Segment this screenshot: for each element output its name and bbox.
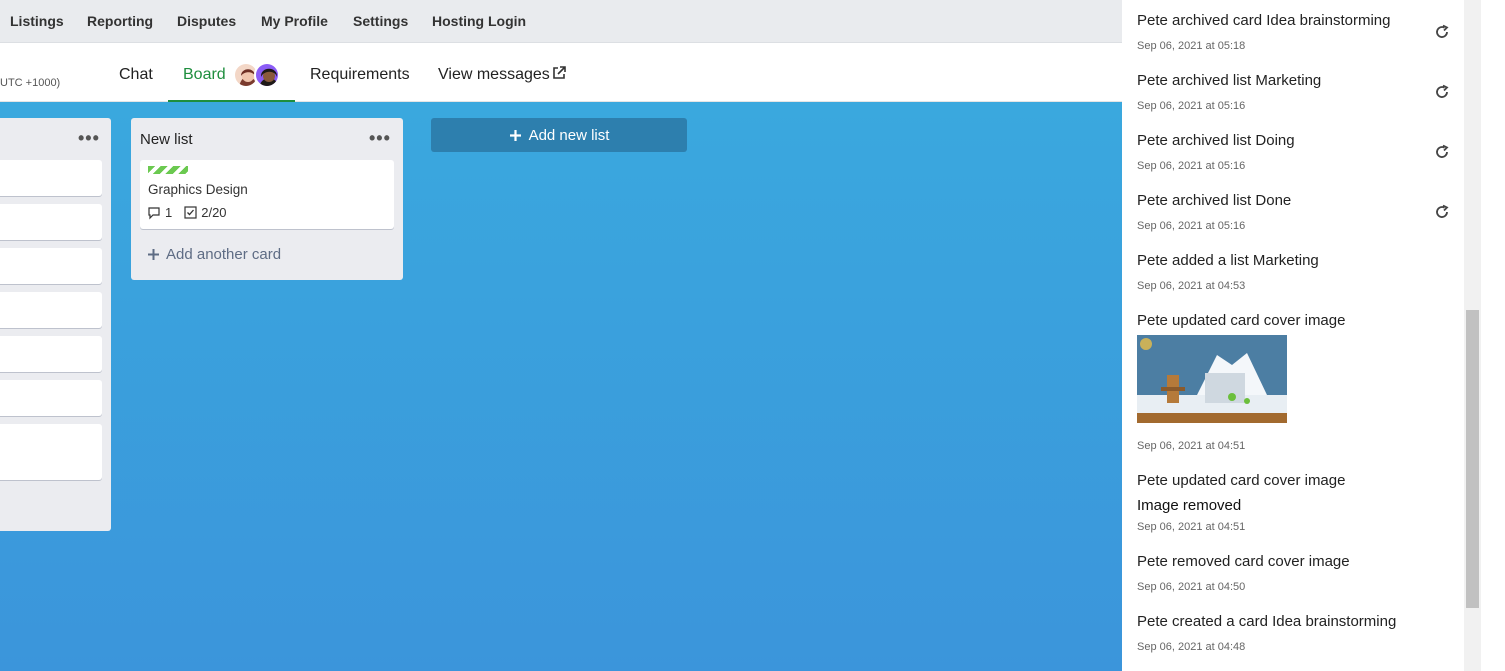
top-nav: Listings Reporting Disputes My Profile S… xyxy=(0,0,1122,43)
activity-title: Pete removed card cover image xyxy=(1137,553,1350,570)
scrollbar-thumb[interactable] xyxy=(1466,310,1479,608)
activity-time: Sep 06, 2021 at 04:50 xyxy=(1137,581,1246,593)
list-title[interactable]: New list xyxy=(140,131,193,148)
activity-time: Sep 06, 2021 at 04:53 xyxy=(1137,280,1246,292)
activity-title: Pete created a card Idea brainstorming xyxy=(1137,613,1397,630)
activity-title: Pete added a list Marketing xyxy=(1137,252,1319,269)
checklist-count: 2/20 xyxy=(201,205,227,220)
board-area: ••• New list ••• Graphics Design 1 2/20 … xyxy=(0,102,1122,671)
card-title: Graphics Design xyxy=(148,182,248,197)
activity-title: Pete updated card cover image xyxy=(1137,472,1346,489)
activity-title: Pete archived list Doing xyxy=(1137,132,1295,149)
undo-icon[interactable] xyxy=(1434,204,1450,220)
activity-time: Sep 06, 2021 at 05:16 xyxy=(1137,100,1246,112)
nav-listings[interactable]: Listings xyxy=(10,13,64,29)
tab-requirements[interactable]: Requirements xyxy=(310,66,410,84)
list-card[interactable] xyxy=(0,336,102,372)
activity-time: Sep 06, 2021 at 05:16 xyxy=(1137,220,1246,232)
list-menu-icon[interactable]: ••• xyxy=(78,128,100,149)
cover-image-thumbnail[interactable] xyxy=(1137,335,1287,423)
add-list-label: Add new list xyxy=(528,126,610,144)
add-card-label: Add another card xyxy=(166,246,282,263)
tab-view-messages[interactable]: View messages xyxy=(438,66,550,84)
tab-board[interactable]: Board xyxy=(183,66,226,84)
timezone-label: UTC +1000) xyxy=(0,77,61,89)
activity-title: Pete updated card cover image xyxy=(1137,312,1346,329)
activity-time: Sep 06, 2021 at 05:16 xyxy=(1137,160,1246,172)
list-card[interactable] xyxy=(0,292,102,328)
activity-time: Sep 06, 2021 at 04:51 xyxy=(1137,440,1246,452)
activity-detail: Image removed xyxy=(1137,497,1242,514)
list-menu-icon[interactable]: ••• xyxy=(369,128,391,149)
card-graphics-design[interactable]: Graphics Design 1 2/20 xyxy=(140,160,394,229)
nav-hosting-login[interactable]: Hosting Login xyxy=(432,13,526,29)
nav-settings[interactable]: Settings xyxy=(353,13,408,29)
comment-count: 1 xyxy=(165,205,173,220)
nav-my-profile[interactable]: My Profile xyxy=(261,13,328,29)
list-card[interactable] xyxy=(0,160,102,196)
sub-header: UTC +1000) Chat Board Requirements View … xyxy=(0,43,1122,102)
undo-icon[interactable] xyxy=(1434,84,1450,100)
list-column: ••• xyxy=(0,118,111,531)
nav-disputes[interactable]: Disputes xyxy=(177,13,236,29)
activity-title: Pete archived card Idea brainstorming xyxy=(1137,12,1391,29)
tab-chat[interactable]: Chat xyxy=(119,66,153,84)
plus-icon xyxy=(148,249,159,260)
list-new: New list ••• Graphics Design 1 2/20 Add … xyxy=(131,118,403,280)
external-link-icon[interactable] xyxy=(551,65,567,81)
activity-time: Sep 06, 2021 at 04:48 xyxy=(1137,641,1246,653)
nav-reporting[interactable]: Reporting xyxy=(87,13,153,29)
card-badges: 1 2/20 xyxy=(147,205,227,220)
undo-icon[interactable] xyxy=(1434,144,1450,160)
add-list-button[interactable]: Add new list xyxy=(431,118,687,152)
activity-time: Sep 06, 2021 at 05:18 xyxy=(1137,40,1246,52)
plus-icon xyxy=(509,129,521,141)
add-card-button[interactable]: Add another card xyxy=(147,246,281,263)
avatar xyxy=(254,62,280,88)
page-edge xyxy=(1481,0,1505,671)
activity-time: Sep 06, 2021 at 04:51 xyxy=(1137,521,1246,533)
list-card[interactable] xyxy=(0,380,102,416)
undo-icon[interactable] xyxy=(1434,24,1450,40)
comment-icon xyxy=(148,206,160,219)
checklist-icon xyxy=(184,206,197,219)
card-label xyxy=(148,166,188,174)
activity-panel: Pete archived card Idea brainstorming Se… xyxy=(1122,0,1464,671)
activity-title: Pete archived list Done xyxy=(1137,192,1292,209)
list-card[interactable] xyxy=(0,204,102,240)
list-card[interactable] xyxy=(0,424,102,480)
list-card[interactable] xyxy=(0,248,102,284)
activity-title: Pete archived list Marketing xyxy=(1137,72,1322,89)
